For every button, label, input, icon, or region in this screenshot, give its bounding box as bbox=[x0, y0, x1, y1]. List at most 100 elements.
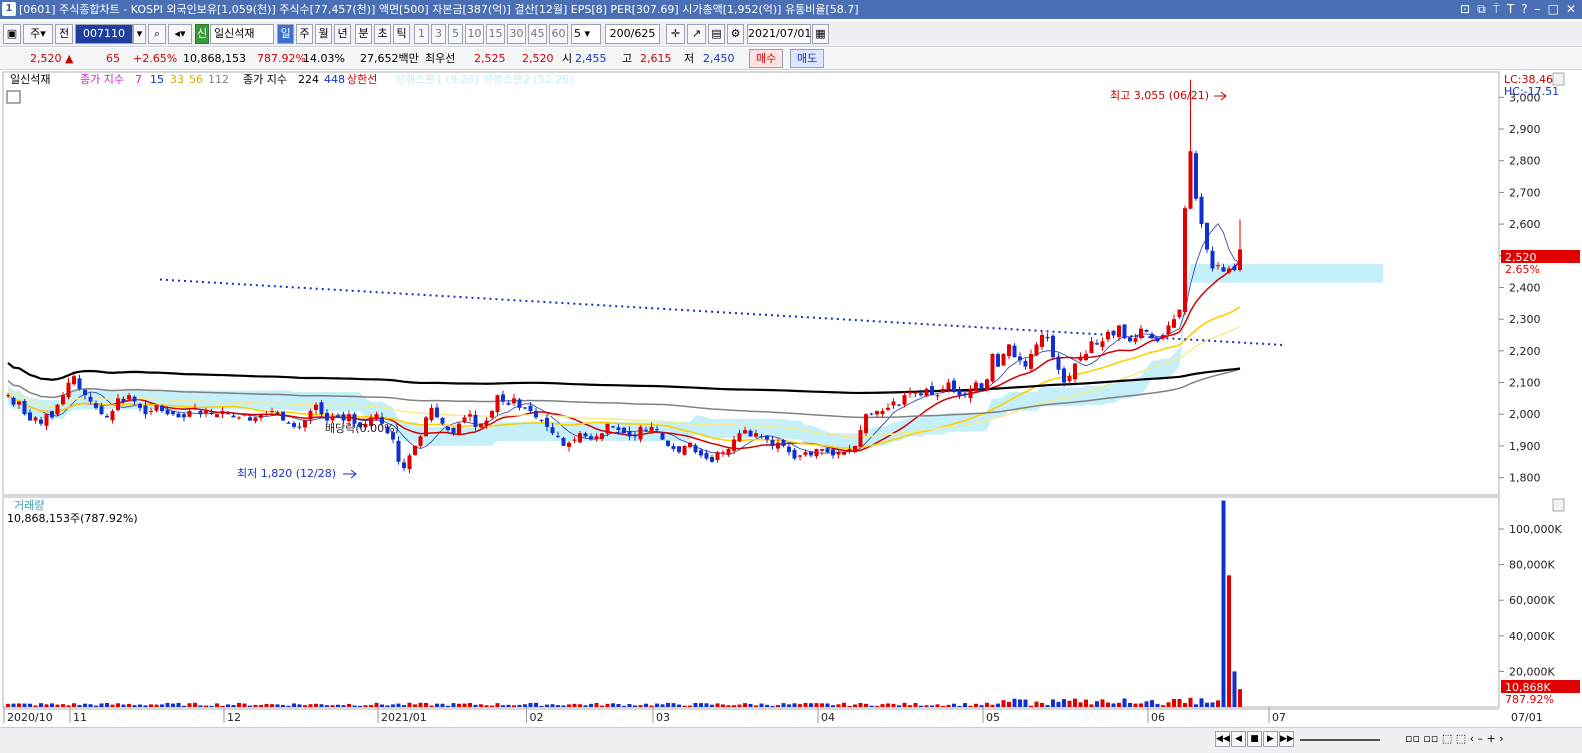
pin-icon[interactable]: ⍑ bbox=[1493, 0, 1500, 19]
date-tick-label: 2021/01 bbox=[381, 711, 427, 724]
last-page-icon[interactable]: ▶▶ bbox=[1279, 731, 1294, 747]
volume-bar bbox=[743, 703, 747, 707]
zoom-controls[interactable]: ▫▫ ▫▫ ⬚ ⬚ ‹ – + › bbox=[1405, 732, 1504, 745]
volume-bar bbox=[1023, 699, 1028, 707]
text-icon[interactable]: T bbox=[1507, 0, 1514, 19]
zoom-slider[interactable] bbox=[1300, 739, 1380, 741]
period-year-tab[interactable]: 년 bbox=[334, 24, 351, 44]
volume-bar bbox=[545, 704, 549, 707]
candle bbox=[677, 446, 681, 453]
volume-bar bbox=[864, 703, 868, 707]
volume-bar bbox=[770, 705, 775, 707]
volume-bar bbox=[1067, 700, 1072, 707]
candle bbox=[1188, 151, 1193, 209]
volume-bar bbox=[677, 704, 681, 707]
chart-area[interactable]: 3,0002,9002,8002,7002,6002,5002,4002,300… bbox=[0, 71, 1582, 753]
stop-icon[interactable]: ■ bbox=[1247, 731, 1262, 747]
chevron-down-icon[interactable]: ▾ bbox=[133, 24, 146, 44]
volume-bar bbox=[347, 703, 351, 707]
pane-expand-icon[interactable] bbox=[1552, 498, 1565, 512]
volume-bar bbox=[193, 702, 197, 707]
candle bbox=[528, 405, 533, 412]
minute-option[interactable]: 30 bbox=[507, 24, 526, 44]
volume-bar bbox=[286, 705, 291, 707]
candle bbox=[264, 414, 269, 416]
first-page-icon[interactable]: ◀◀ bbox=[1215, 731, 1230, 747]
minute-option[interactable]: 1 bbox=[414, 24, 429, 44]
volume-bar bbox=[1199, 698, 1204, 707]
volume-bar bbox=[1238, 689, 1242, 707]
count-display[interactable]: 200/625 bbox=[605, 24, 660, 44]
date-input[interactable]: 2021/07/01 bbox=[747, 24, 811, 44]
layout-icon[interactable]: ▣ bbox=[3, 24, 21, 44]
legend-ma-long-label: 종가 지수 bbox=[243, 73, 287, 86]
volume-bar bbox=[567, 704, 571, 707]
candle bbox=[468, 414, 472, 417]
calendar-icon[interactable]: ▦ bbox=[812, 24, 829, 44]
volume-bar bbox=[1106, 702, 1110, 707]
volume-bar bbox=[204, 705, 208, 707]
candle bbox=[473, 414, 478, 427]
market-select[interactable]: 주▾ bbox=[23, 24, 53, 44]
period-month-tab[interactable]: 월 bbox=[315, 24, 332, 44]
period-week-tab[interactable]: 주 bbox=[296, 24, 313, 44]
candle bbox=[484, 420, 489, 427]
candle bbox=[88, 396, 93, 402]
sell-button[interactable]: 매도 bbox=[790, 49, 825, 68]
period-minute-tab[interactable]: 분 bbox=[355, 24, 372, 44]
draw-icon[interactable]: ↗ bbox=[687, 24, 706, 44]
speaker-icon[interactable]: ◂▾ bbox=[168, 24, 192, 44]
next-icon[interactable]: ▶ bbox=[1263, 731, 1278, 747]
stock-code-input[interactable]: 007110 bbox=[75, 24, 133, 44]
volume-bar bbox=[1084, 699, 1088, 707]
volume-bar bbox=[1095, 701, 1099, 707]
save-icon[interactable]: ▤ bbox=[708, 24, 725, 44]
candle bbox=[11, 397, 16, 405]
minute-option[interactable]: 45 bbox=[528, 24, 547, 44]
volume-bar bbox=[787, 704, 791, 707]
high-label: 고 bbox=[622, 52, 633, 65]
code-prefix[interactable]: 전 bbox=[55, 24, 73, 44]
candle bbox=[891, 401, 896, 406]
candle bbox=[440, 417, 445, 424]
help-icon[interactable]: ? bbox=[1521, 0, 1527, 19]
minute-option[interactable]: 15 bbox=[486, 24, 505, 44]
volume-info: 10,868,153주(787.92%) bbox=[7, 512, 138, 525]
period-tick-tab[interactable]: 틱 bbox=[393, 24, 410, 44]
cascade-icon[interactable]: ⧉ bbox=[1477, 0, 1486, 19]
volume-bar bbox=[424, 702, 428, 707]
volume-bar bbox=[561, 705, 566, 707]
volume-bar bbox=[94, 705, 98, 707]
volume-bar bbox=[385, 705, 390, 707]
legend-ma7: 7 bbox=[135, 73, 142, 86]
date-tick-label: 02 bbox=[530, 711, 544, 724]
gear-icon[interactable]: ⚙ bbox=[727, 24, 744, 44]
maximize-button[interactable]: □ bbox=[1548, 0, 1559, 19]
volume-bar bbox=[330, 705, 335, 707]
volume-bar bbox=[1133, 703, 1138, 707]
period-day-tab[interactable]: 일 bbox=[277, 24, 294, 44]
view-icon[interactable]: ⊡ bbox=[1460, 0, 1470, 19]
minute-option[interactable]: 60 bbox=[549, 24, 568, 44]
volume-bar bbox=[44, 704, 49, 707]
candle bbox=[259, 414, 263, 418]
scroll-up-icon[interactable] bbox=[1552, 72, 1565, 86]
candle bbox=[699, 450, 703, 456]
interval-select[interactable]: 5 ▾ bbox=[571, 24, 601, 44]
minute-option[interactable]: 3 bbox=[431, 24, 446, 44]
price-tick-label: 2,700 bbox=[1509, 186, 1541, 199]
candle bbox=[627, 431, 632, 437]
minute-option[interactable]: 10 bbox=[465, 24, 484, 44]
prev-icon[interactable]: ◀ bbox=[1231, 731, 1246, 747]
close-button[interactable]: ✕ bbox=[1566, 0, 1576, 19]
minute-option[interactable]: 5 bbox=[448, 24, 463, 44]
crosshair-icon[interactable]: ✛ bbox=[666, 24, 685, 44]
volume-bar bbox=[627, 703, 632, 707]
buy-button[interactable]: 매수 bbox=[749, 49, 784, 68]
candle bbox=[308, 411, 313, 420]
period-second-tab[interactable]: 초 bbox=[374, 24, 391, 44]
volume-bar bbox=[1100, 699, 1105, 707]
table-icon[interactable] bbox=[6, 90, 21, 104]
search-icon[interactable]: ⌕ bbox=[148, 24, 166, 44]
minimize-button[interactable]: – bbox=[1535, 0, 1541, 19]
